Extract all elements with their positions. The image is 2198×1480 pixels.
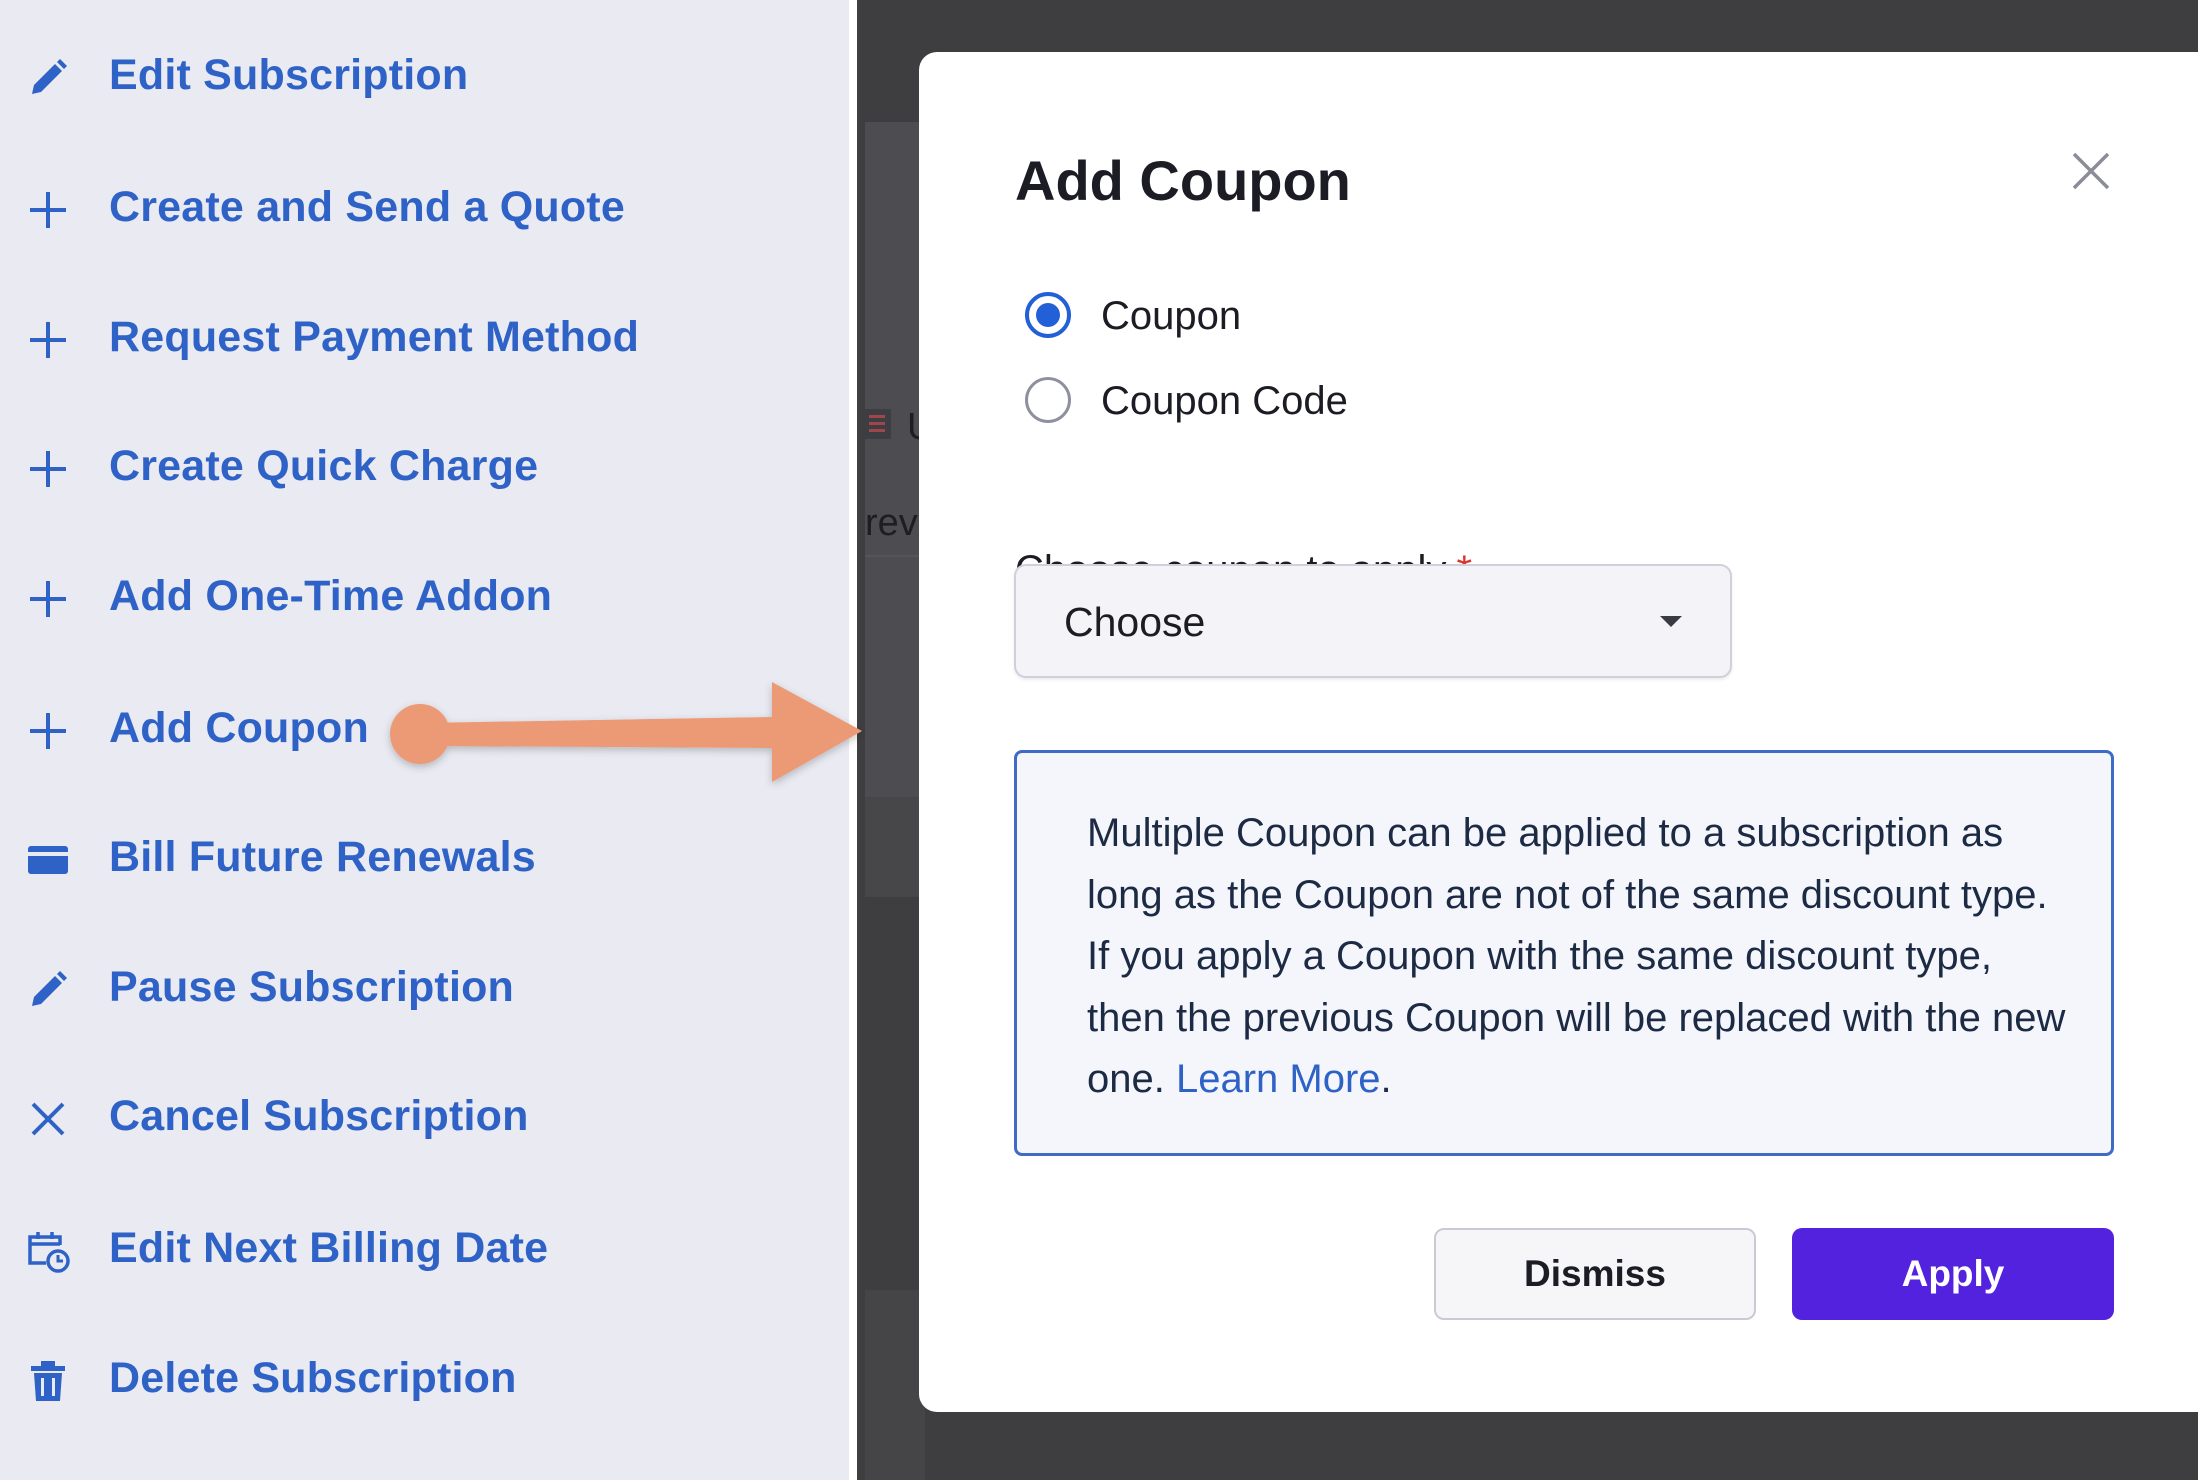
menu-item-label: Edit Next Billing Date <box>109 1223 549 1272</box>
menu-item-label: Add Coupon <box>109 703 369 752</box>
menu-item-cancel-subscription[interactable]: Cancel Subscription <box>0 1071 760 1161</box>
close-icon <box>24 1095 72 1143</box>
radio-button-unchecked[interactable] <box>1025 377 1071 423</box>
menu-item-add-one-time-addon[interactable]: Add One-Time Addon <box>0 551 760 641</box>
menu-item-request-payment-method[interactable]: Request Payment Method <box>0 292 760 382</box>
menu-item-label: Pause Subscription <box>109 962 515 1011</box>
caret-down-icon <box>1660 616 1682 627</box>
info-notice: Multiple Coupon can be applied to a subs… <box>1014 750 2114 1156</box>
menu-item-label: Delete Subscription <box>109 1353 517 1402</box>
plus-icon <box>24 445 72 493</box>
background-text-fragment: rev <box>865 502 918 544</box>
menu-item-label: Add One-Time Addon <box>109 571 553 620</box>
background-panel <box>865 1290 925 1480</box>
apply-button[interactable]: Apply <box>1792 1228 2114 1320</box>
plus-icon <box>24 707 72 755</box>
radio-coupon-code[interactable]: Coupon Code <box>1025 373 1625 433</box>
menu-item-bill-future-renewals[interactable]: Bill Future Renewals <box>0 812 760 902</box>
menu-item-label: Edit Subscription <box>109 50 469 99</box>
coupon-select[interactable]: Choose <box>1014 564 1732 678</box>
menu-item-label: Request Payment Method <box>109 312 640 361</box>
menu-item-create-quote[interactable]: Create and Send a Quote <box>0 162 760 252</box>
plus-icon <box>24 575 72 623</box>
arrow-right-icon <box>390 682 862 782</box>
background-panel <box>865 797 925 897</box>
dialog-title: Add Coupon <box>1015 149 1351 212</box>
radio-button-checked[interactable] <box>1025 292 1071 338</box>
menu-item-edit-next-billing-date[interactable]: Edit Next Billing Date <box>0 1203 760 1293</box>
close-dialog-button[interactable] <box>2066 146 2116 196</box>
background-divider <box>865 555 925 557</box>
plus-icon <box>24 186 72 234</box>
menu-item-delete-subscription[interactable]: Delete Subscription <box>0 1333 760 1423</box>
menu-item-label: Bill Future Renewals <box>109 832 536 881</box>
card-icon <box>24 836 72 884</box>
radio-coupon[interactable]: Coupon <box>1025 288 1625 348</box>
close-icon <box>2072 152 2110 190</box>
info-text: Multiple Coupon can be applied to a subs… <box>1087 803 2077 1111</box>
annotation-arrow <box>380 660 880 790</box>
menu-item-label: Create Quick Charge <box>109 441 539 490</box>
radio-label: Coupon Code <box>1101 379 1348 423</box>
flag-icon <box>865 409 891 439</box>
calendar-clock-icon <box>24 1227 72 1275</box>
menu-item-edit-subscription[interactable]: Edit Subscription <box>0 30 760 120</box>
select-value: Choose <box>1064 599 1206 645</box>
pencil-icon <box>24 54 72 102</box>
menu-item-pause-subscription[interactable]: Pause Subscription <box>0 942 760 1032</box>
learn-more-link[interactable]: Learn More <box>1176 1057 1381 1101</box>
menu-item-label: Create and Send a Quote <box>109 182 625 231</box>
dismiss-button[interactable]: Dismiss <box>1434 1228 1756 1320</box>
radio-label: Coupon <box>1101 294 1242 338</box>
plus-icon <box>24 316 72 364</box>
trash-icon <box>24 1357 72 1405</box>
menu-item-label: Cancel Subscription <box>109 1091 529 1140</box>
info-suffix: . <box>1380 1057 1392 1101</box>
add-coupon-dialog: Add Coupon Coupon Coupon Code Choose cou… <box>919 52 2198 1412</box>
menu-item-create-quick-charge[interactable]: Create Quick Charge <box>0 421 760 511</box>
pencil-icon <box>24 966 72 1014</box>
